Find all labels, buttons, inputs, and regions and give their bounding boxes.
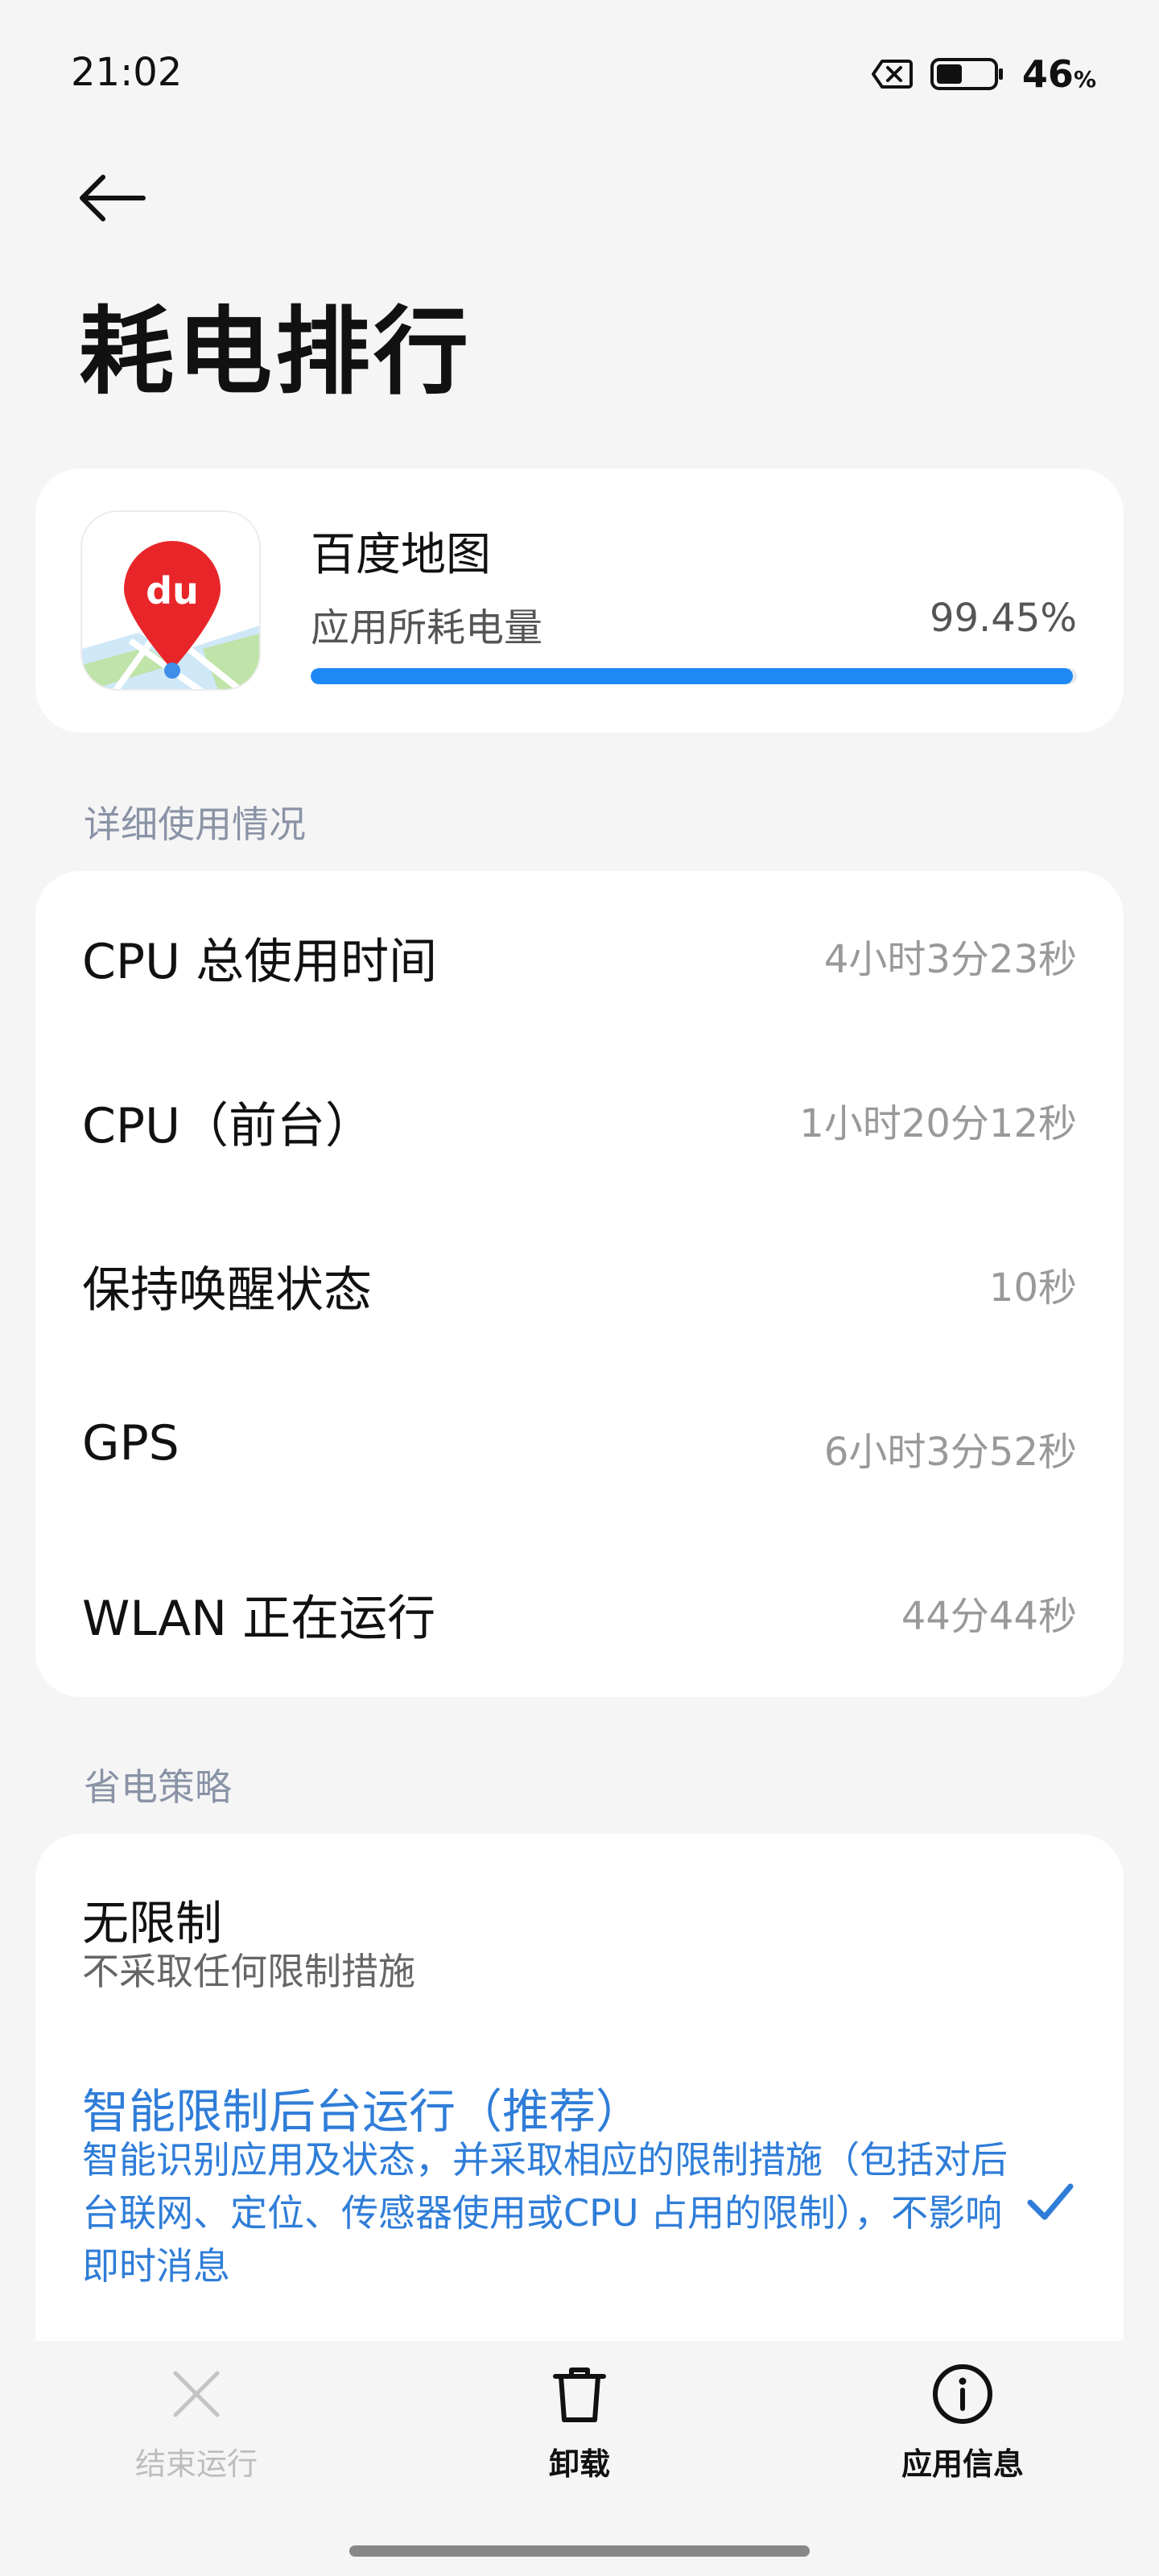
usage-progress-bar — [311, 668, 1077, 684]
end-process-label: 结束运行 — [134, 2446, 258, 2482]
policy-option-smart-restrict[interactable]: 智能限制后台运行（推荐） 智能识别应用及状态，并采取相应的限制措施（包括对后台联… — [35, 2074, 1124, 2347]
detail-row: CPU 总使用时间 4小时3分23秒 — [35, 871, 1124, 1035]
detail-row: 保持唤醒状态 10秒 — [35, 1199, 1124, 1364]
detail-value: 1小时20分12秒 — [799, 1101, 1077, 1146]
details-section-title: 详细使用情况 — [84, 803, 306, 846]
policy-title: 智能限制后台运行（推荐） — [82, 2084, 643, 2139]
uninstall-label: 卸载 — [548, 2446, 610, 2482]
app-icon: du — [80, 510, 261, 691]
detail-label: CPU（前台） — [82, 1098, 373, 1154]
usage-progress-fill — [311, 668, 1073, 684]
detail-value: 44分44秒 — [901, 1594, 1077, 1639]
page-title: 耗电排行 — [79, 296, 472, 407]
svg-text:du: du — [146, 569, 199, 613]
check-icon — [1027, 2183, 1074, 2220]
details-card: CPU 总使用时间 4小时3分23秒 CPU（前台） 1小时20分12秒 保持唤… — [35, 871, 1124, 1697]
app-info-label: 应用信息 — [901, 2446, 1024, 2482]
status-bar: 21:02 46% — [0, 0, 1159, 145]
detail-row: CPU（前台） 1小时20分12秒 — [35, 1035, 1124, 1199]
policy-option-unrestricted[interactable]: 无限制 不采取任何限制措施 — [35, 1834, 1124, 2011]
app-info-button[interactable]: 应用信息 — [866, 2362, 1059, 2507]
battery-icon — [930, 58, 1003, 90]
home-indicator[interactable] — [349, 2545, 810, 2557]
detail-value: 6小时3分52秒 — [823, 1430, 1077, 1475]
policy-desc: 不采取任何限制措施 — [82, 1950, 415, 1993]
close-icon — [173, 2371, 220, 2417]
info-icon — [933, 2364, 992, 2424]
usage-label: 应用所耗电量 — [311, 605, 543, 650]
detail-row: WLAN 正在运行 44分44秒 — [35, 1528, 1124, 1692]
usage-value: 99.45% — [929, 596, 1077, 641]
detail-label: CPU 总使用时间 — [82, 934, 438, 990]
uninstall-button[interactable]: 卸载 — [483, 2362, 676, 2507]
detail-value: 4小时3分23秒 — [823, 937, 1077, 982]
detail-label: WLAN 正在运行 — [82, 1591, 436, 1647]
status-time: 21:02 — [71, 50, 183, 95]
end-process-button[interactable]: 结束运行 — [100, 2362, 293, 2507]
policy-desc: 智能识别应用及状态，并采取相应的限制措施（包括对后台联网、定位、传感器使用或CP… — [82, 2138, 1008, 2288]
map-pin-icon: du — [82, 512, 259, 689]
sim-disabled-icon — [871, 60, 913, 89]
status-icons: 46% — [871, 52, 1096, 97]
app-name: 百度地图 — [311, 529, 491, 581]
policy-section-title: 省电策略 — [84, 1765, 232, 1809]
bottom-action-bar: 结束运行 卸载 应用信息 — [0, 2341, 1159, 2576]
detail-label: 保持唤醒状态 — [82, 1262, 372, 1319]
detail-label: GPS — [82, 1415, 179, 1472]
policy-card: 无限制 不采取任何限制措施 智能限制后台运行（推荐） 智能识别应用及状态，并采取… — [35, 1834, 1124, 2365]
app-card: du 百度地图 应用所耗电量 99.45% — [35, 469, 1124, 733]
back-button[interactable] — [77, 166, 155, 230]
detail-row: GPS 6小时3分52秒 — [35, 1364, 1124, 1528]
trash-icon — [553, 2368, 606, 2422]
policy-title: 无限制 — [82, 1896, 223, 1951]
arrow-left-icon — [80, 175, 146, 221]
battery-percent: 46% — [1021, 52, 1096, 96]
detail-value: 10秒 — [988, 1265, 1077, 1311]
